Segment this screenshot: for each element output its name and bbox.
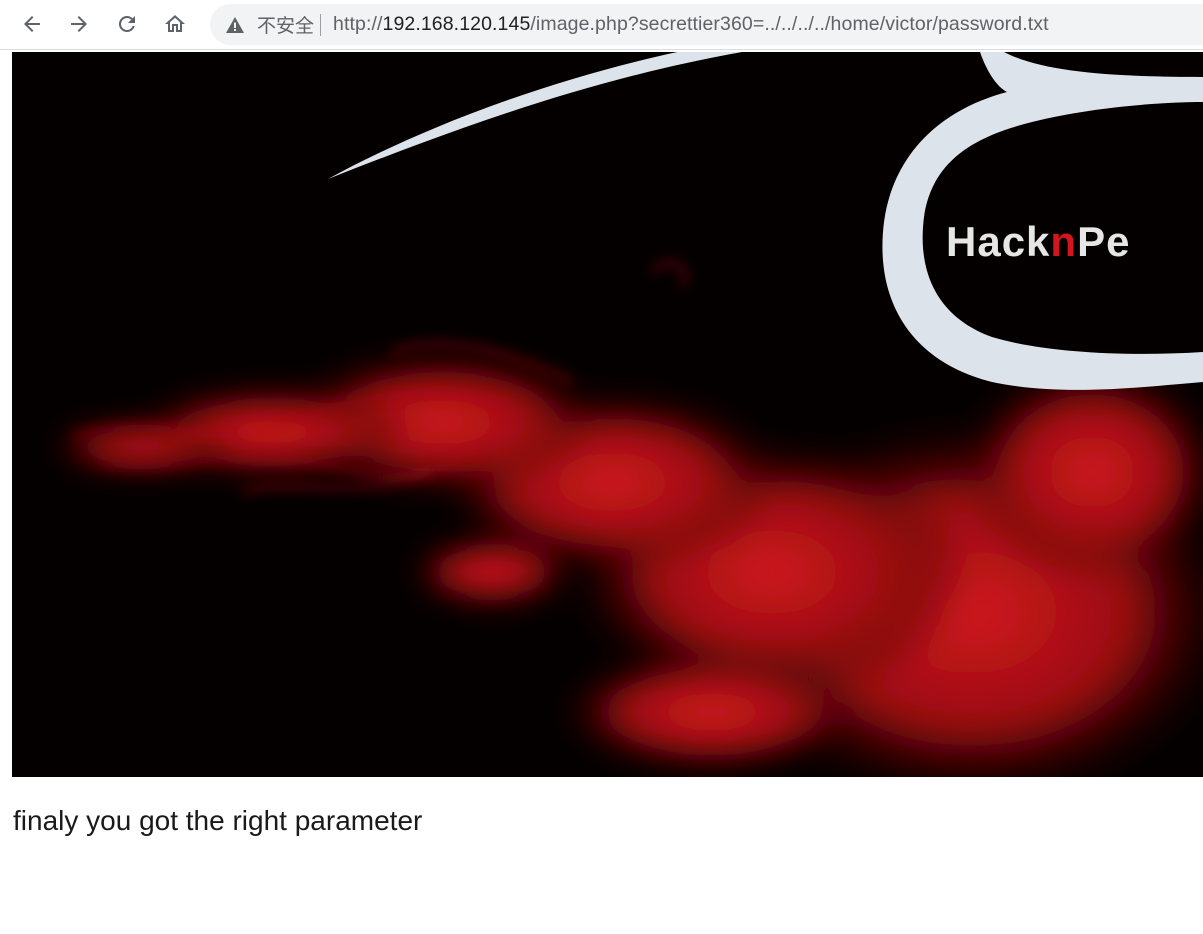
security-status-label[interactable]: 不安全 [257,11,314,38]
reload-icon [118,15,135,32]
page-message: finaly you got the right parameter [13,805,423,836]
warning-triangle-icon[interactable] [225,15,245,35]
url-scheme: http:// [333,13,383,35]
home-icon [165,15,185,32]
url-path: /image.php?secrettier360=../../../../hom… [530,13,1049,35]
url-text[interactable]: http://192.168.120.145/image.php?secrett… [333,13,1049,36]
back-button[interactable] [14,6,50,42]
forward-button[interactable] [61,6,97,42]
hacknpentest-banner-image: HacknPe [12,52,1203,777]
address-separator [320,13,322,36]
reload-button[interactable] [109,6,145,42]
address-bar[interactable]: 不安全 http://192.168.120.145/image.php?sec… [210,4,1203,45]
arrow-left-icon [24,16,40,32]
home-button[interactable] [157,6,193,42]
url-host: 192.168.120.145 [382,13,531,35]
svg-text:HacknPe: HacknPe [946,218,1130,265]
arrow-right-icon [71,16,87,32]
browser-toolbar: 不安全 http://192.168.120.145/image.php?sec… [0,0,1203,50]
